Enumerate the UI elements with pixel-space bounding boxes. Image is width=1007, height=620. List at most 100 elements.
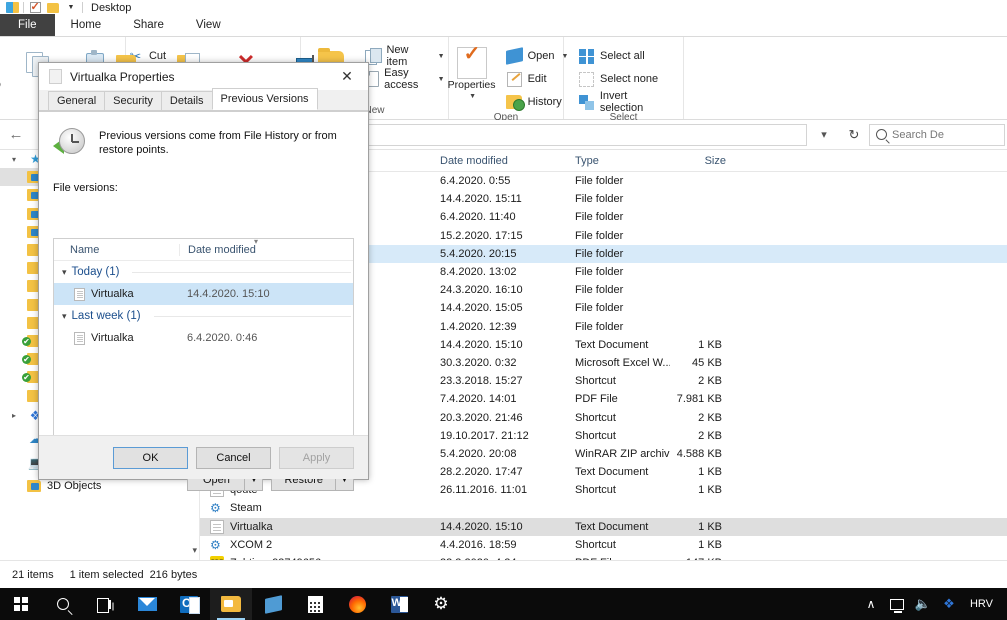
volume-icon[interactable]: 🔈 [910, 588, 936, 620]
mail-icon [137, 597, 157, 611]
column-header-date-modified[interactable]: Date modified [430, 155, 565, 167]
cell-type: Text Document [575, 466, 649, 479]
ok-button[interactable]: OK [113, 446, 188, 469]
version-name-cell: Virtualka [54, 287, 179, 301]
file-explorer-button[interactable] [210, 588, 252, 620]
dialog-body: Previous versions come from File History… [39, 111, 368, 491]
version-date: 14.4.2020. 15:10 [187, 288, 270, 300]
previous-versions-clock-icon [53, 126, 87, 160]
invert-selection-button[interactable]: Invert selection [574, 90, 677, 114]
properties-dialog: Virtualka Properties ✕ General Security … [38, 62, 369, 491]
file-icon [49, 69, 62, 84]
cell-size: 4.588 KB [676, 447, 722, 460]
chevron-down-icon[interactable]: ▾ [62, 267, 67, 278]
navpane-scroll-down-icon[interactable]: ▾ [192, 545, 197, 556]
cell-type: File folder [575, 284, 624, 297]
group-header-last-week[interactable]: ▾ Last week (1) [54, 305, 353, 327]
tab-details[interactable]: Details [160, 91, 213, 110]
show-hidden-icons-chevron-icon[interactable]: ∧ [858, 588, 884, 620]
version-row[interactable]: Virtualka 6.4.2020. 0:46 [54, 327, 353, 349]
cell-size: 45 KB [692, 356, 722, 369]
version-row[interactable]: Virtualka 14.4.2020. 15:10 [54, 283, 353, 305]
divider [23, 2, 24, 13]
column-header-name[interactable]: Name [54, 244, 179, 256]
doc-icon [210, 519, 224, 534]
start-button[interactable] [0, 588, 42, 620]
select-none-button[interactable]: Select none [574, 69, 677, 89]
properties-quick-icon[interactable] [26, 0, 44, 15]
tab-security[interactable]: Security [104, 91, 162, 110]
column-header-size[interactable]: Size [670, 155, 730, 167]
back-button[interactable]: ← [0, 120, 32, 150]
chevron-down-icon[interactable]: ▾ [62, 311, 67, 322]
settings-button[interactable]: ⚙ [420, 588, 462, 620]
address-history-chevron-icon[interactable]: ▾ [809, 128, 839, 141]
tab-view[interactable]: View [179, 14, 237, 36]
cell-date-modified: 30.3.2020. 0:32 [440, 356, 517, 369]
chevron-icon: ▾ [12, 154, 17, 164]
search-icon [57, 598, 69, 610]
cell-size: 1 KB [698, 484, 722, 497]
table-row[interactable]: ⚙ Steam [200, 499, 1007, 517]
cell-date-modified: 5.4.2020. 20:08 [440, 447, 517, 460]
folder-icon [26, 479, 41, 493]
cell-type: File folder [575, 175, 624, 188]
edit-button[interactable]: Edit [502, 69, 573, 89]
column-header-type[interactable]: Type [565, 155, 670, 167]
history-button[interactable]: History [502, 92, 573, 112]
easy-access-button[interactable]: Easy access ▼ [361, 67, 448, 91]
column-header-date-modified[interactable]: Date modified [179, 243, 353, 256]
search-input[interactable]: Search De [869, 123, 1005, 146]
tab-general[interactable]: General [48, 91, 106, 110]
tab-share[interactable]: Share [117, 14, 180, 36]
properties-button[interactable]: Properties ▼ [444, 42, 500, 102]
group-header-today[interactable]: ▾ Today (1) [54, 261, 353, 283]
cell-date-modified: 19.10.2017. 21:12 [440, 429, 529, 442]
mail-button[interactable] [126, 588, 168, 620]
tab-file[interactable]: File [0, 14, 55, 36]
cancel-button[interactable]: Cancel [196, 446, 271, 469]
firefox-button[interactable] [336, 588, 378, 620]
apply-button[interactable]: Apply [279, 446, 354, 469]
cell-size: 2 KB [698, 411, 722, 424]
invert-selection-label: Invert selection [599, 90, 644, 114]
cell-type: Shortcut [575, 484, 616, 497]
word-button[interactable] [378, 588, 420, 620]
cell-type: Microsoft Excel W... [575, 356, 670, 369]
chevron-down-icon[interactable]: ▼ [62, 0, 80, 15]
language-indicator[interactable]: HRV [962, 598, 1001, 610]
close-icon[interactable]: ✕ [326, 63, 368, 90]
outlook-button[interactable] [168, 588, 210, 620]
select-all-button[interactable]: Select all [574, 46, 677, 66]
chevron-down-icon[interactable]: ▼ [469, 91, 476, 102]
cell-date-modified: 6.4.2020. 0:55 [440, 175, 511, 188]
shortcut-icon: ⚙ [210, 537, 221, 552]
table-row[interactable]: ⚙ XCOM 2 4.4.2016. 18:59 Shortcut 1 KB [200, 536, 1007, 554]
refresh-icon[interactable]: ↻ [839, 127, 869, 143]
dropbox-tray-icon[interactable]: ❖ [936, 588, 962, 620]
status-size: 216 bytes [149, 568, 198, 581]
cell-type: File folder [575, 247, 624, 260]
table-row[interactable]: Virtualka 14.4.2020. 15:10 Text Document 1 … [200, 517, 1007, 536]
tab-previous-versions[interactable]: Previous Versions [211, 88, 318, 110]
gear-icon: ⚙ [433, 594, 449, 613]
status-item-count: 21 items [12, 568, 54, 581]
network-icon[interactable] [884, 588, 910, 620]
onenote-button[interactable] [252, 588, 294, 620]
cell-date-modified: 24.3.2020. 16:10 [440, 284, 523, 297]
new-item-button[interactable]: New item ▼ [361, 44, 448, 68]
tab-home[interactable]: Home [54, 14, 118, 36]
search-button[interactable] [42, 588, 84, 620]
pin-label-line1: Pin to Q [0, 80, 1, 91]
cell-type: PDF File [575, 393, 618, 406]
properties-icon [456, 46, 487, 80]
pin-to-quick-access-button[interactable]: Pin to Q acce [0, 42, 9, 102]
cell-type: File folder [575, 302, 624, 315]
open-button[interactable]: Open ▼ [502, 46, 573, 66]
cell-type: Shortcut [575, 429, 616, 442]
cell-type: Shortcut [575, 375, 616, 388]
calculator-button[interactable] [294, 588, 336, 620]
task-view-button[interactable] [84, 588, 126, 620]
new-folder-quick-icon[interactable] [44, 0, 62, 15]
cell-type: File folder [575, 229, 624, 242]
